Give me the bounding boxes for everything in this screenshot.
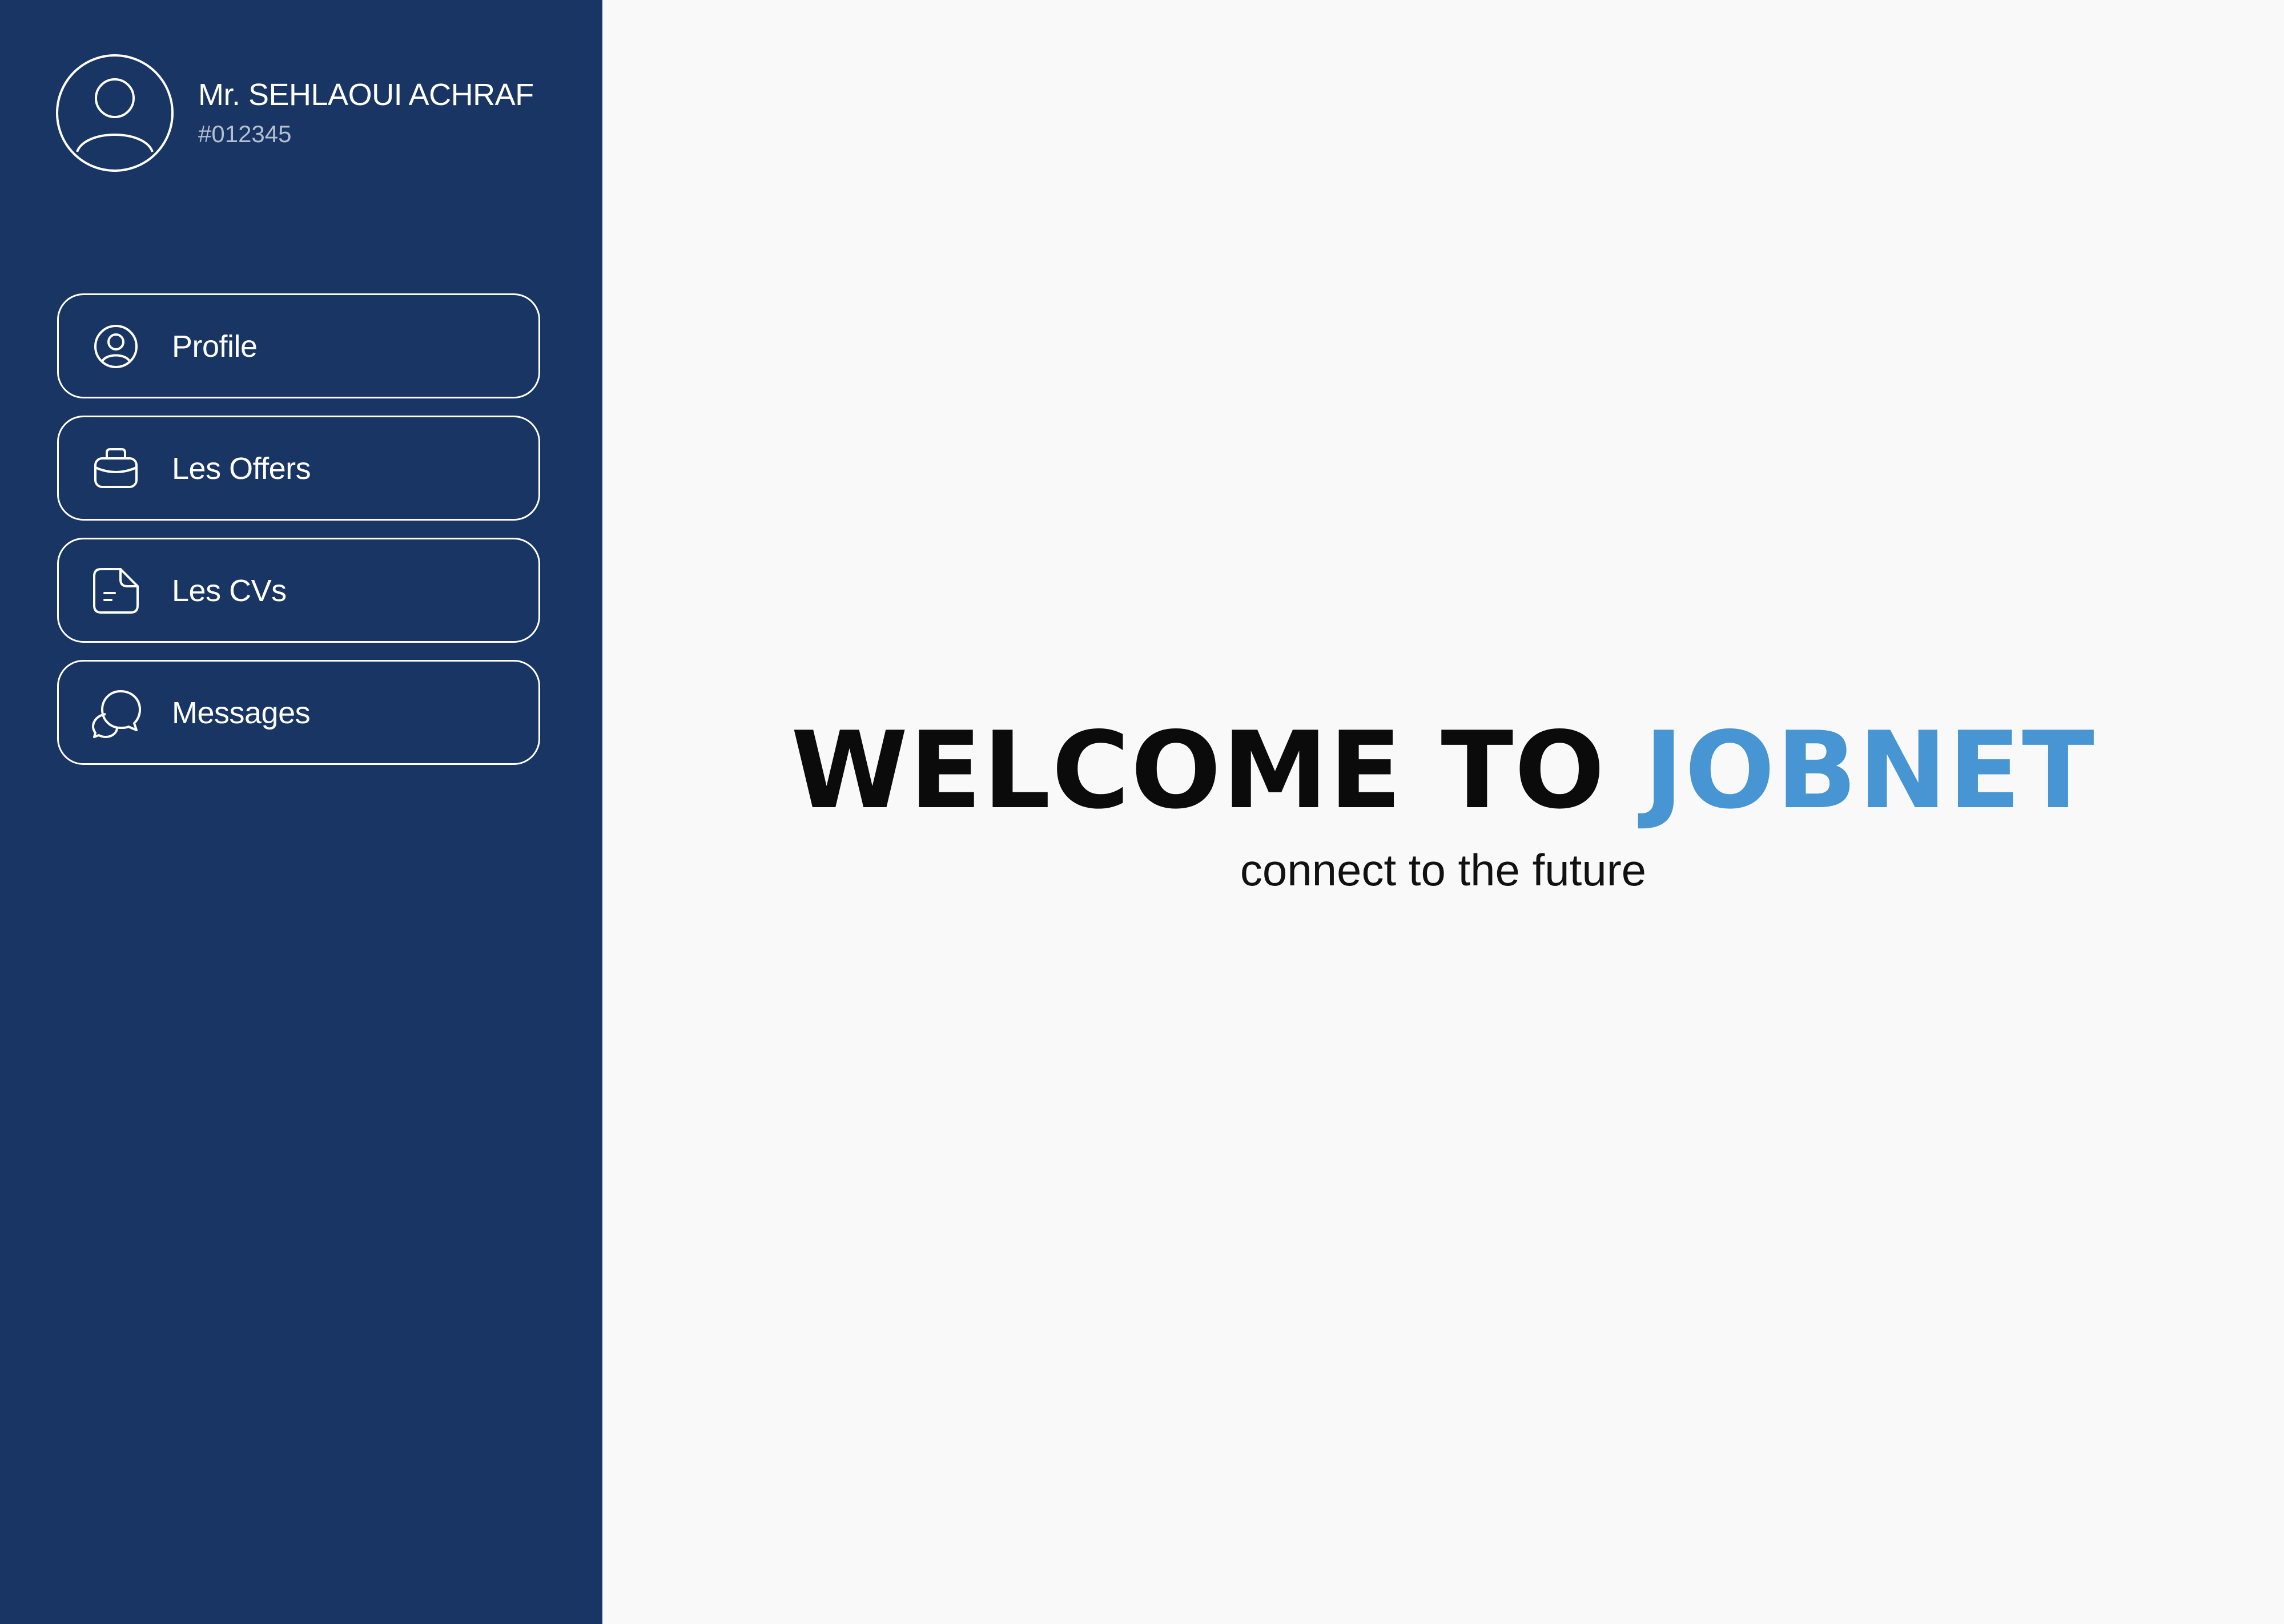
user-name: Mr. SEHLAOUI ACHRAF (198, 78, 534, 112)
app-window: Mr. SEHLAOUI ACHRAF #012345 Profile Les … (0, 0, 2284, 1624)
main-content: WELCOME TO JOBNET connect to the future (602, 0, 2284, 1624)
sidebar-item-offers[interactable]: Les Offers (57, 416, 540, 521)
sidebar-nav: Profile Les Offers Les CVs Messages (57, 293, 540, 782)
sidebar-item-label: Les CVs (172, 574, 287, 608)
document-icon (93, 568, 139, 614)
sidebar-item-label: Les Offers (172, 452, 311, 486)
avatar-user-icon[interactable] (55, 54, 174, 172)
welcome-prefix: WELCOME TO (791, 708, 1606, 832)
welcome-heading: WELCOME TO JOBNET (602, 714, 2284, 828)
sidebar-item-messages[interactable]: Messages (57, 660, 540, 765)
brand-name: JOBNET (1644, 708, 2096, 832)
tagline: connect to the future (1240, 845, 1647, 895)
user-id: #012345 (198, 120, 292, 147)
user-info: Mr. SEHLAOUI ACHRAF #012345 (55, 54, 569, 174)
user-circle-icon (94, 325, 138, 368)
sidebar-item-label: Profile (172, 329, 258, 364)
sidebar-item-label: Messages (172, 696, 311, 730)
sidebar: Mr. SEHLAOUI ACHRAF #012345 Profile Les … (0, 0, 602, 1624)
briefcase-icon (94, 448, 138, 488)
sidebar-item-profile[interactable]: Profile (57, 293, 540, 398)
chat-bubbles-icon (92, 690, 141, 738)
sidebar-item-cvs[interactable]: Les CVs (57, 538, 540, 643)
